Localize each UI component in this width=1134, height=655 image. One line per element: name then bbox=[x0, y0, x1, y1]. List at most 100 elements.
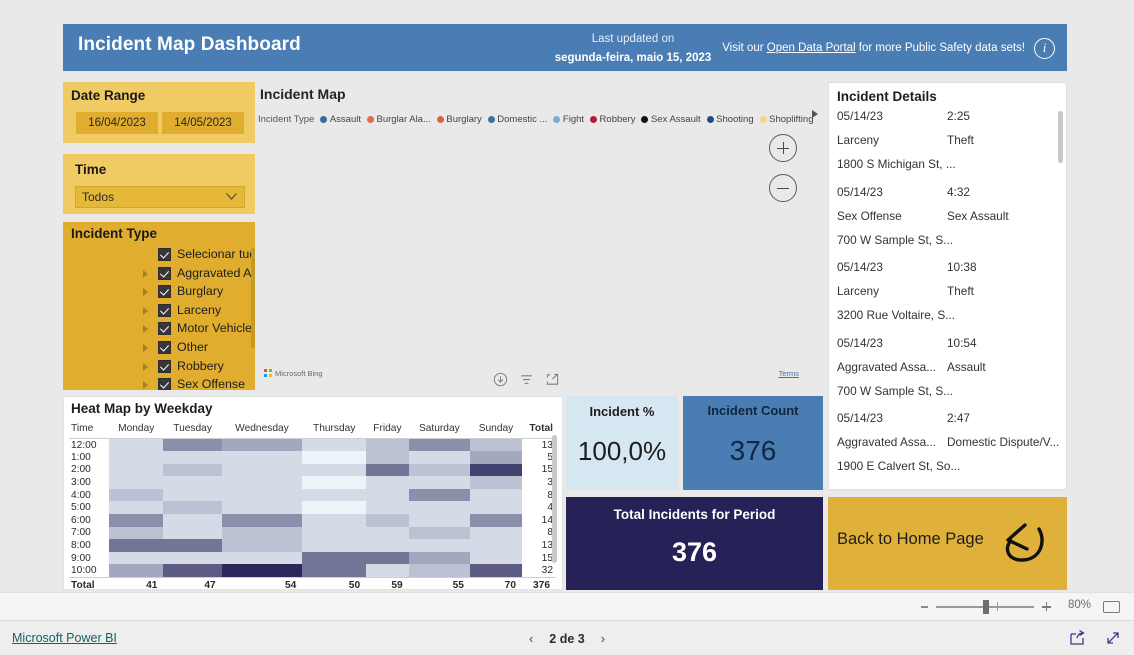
fit-to-page-icon[interactable] bbox=[1103, 601, 1120, 613]
drill-down-icon[interactable] bbox=[493, 372, 508, 387]
heat-map-cell[interactable] bbox=[366, 463, 409, 477]
heat-map-cell[interactable] bbox=[302, 564, 367, 578]
heat-map-row[interactable]: 1:00 5 bbox=[69, 451, 556, 464]
expand-arrow-icon[interactable] bbox=[143, 362, 148, 371]
heat-map-cell[interactable] bbox=[163, 564, 222, 578]
heat-map-cell[interactable] bbox=[469, 539, 522, 552]
zoom-out-button[interactable] bbox=[921, 606, 928, 608]
map-legend-item[interactable]: Shots Fired bbox=[819, 114, 820, 124]
heat-map-cell[interactable] bbox=[302, 526, 367, 540]
heat-map-cell[interactable] bbox=[109, 451, 164, 464]
heat-map-cell[interactable] bbox=[163, 451, 222, 464]
heat-map-cell[interactable] bbox=[109, 526, 164, 540]
heat-map-visual[interactable]: Heat Map by Weekday Time Monday Tuesday Wed… bbox=[63, 396, 563, 594]
incident-type-checkbox[interactable] bbox=[158, 359, 171, 373]
expand-arrow-icon[interactable] bbox=[143, 381, 148, 390]
map-legend-item[interactable]: Burglar Ala... bbox=[367, 114, 431, 124]
heat-map-cell[interactable] bbox=[408, 514, 470, 527]
heat-map-cell[interactable] bbox=[366, 451, 409, 464]
heat-map-cell[interactable] bbox=[408, 438, 470, 452]
heat-map-row[interactable]: 7:00 8 bbox=[69, 526, 556, 540]
heat-map-time-header[interactable]: Time bbox=[69, 421, 109, 439]
heat-map-cell[interactable] bbox=[302, 451, 367, 464]
legend-next-arrow-icon[interactable] bbox=[812, 110, 818, 118]
heat-map-cell[interactable] bbox=[366, 476, 409, 489]
date-range-slicer[interactable]: Date Range 16/04/2023 14/05/2023 bbox=[63, 82, 258, 143]
incident-type-checkbox[interactable] bbox=[158, 285, 171, 299]
heat-map-cell[interactable] bbox=[302, 438, 367, 452]
map-legend-item[interactable]: Assault bbox=[320, 114, 361, 124]
heat-map-cell[interactable] bbox=[109, 476, 164, 489]
heat-map-cell[interactable] bbox=[163, 438, 222, 452]
heat-map-cell[interactable] bbox=[109, 463, 164, 477]
incident-detail-item[interactable]: 05/14/23 10:38 Larceny Theft 3200 Rue Voltai… bbox=[829, 260, 1068, 336]
map-legend[interactable]: Incident Type Assault Burglar Ala... Burgla… bbox=[258, 109, 820, 124]
incident-type-item[interactable]: Larceny bbox=[63, 302, 258, 321]
heat-map-row[interactable]: 2:00 15 bbox=[69, 463, 556, 477]
incident-type-checkbox[interactable] bbox=[158, 303, 171, 317]
heat-map-cell[interactable] bbox=[366, 551, 409, 565]
incident-detail-item[interactable]: 05/14/23 10:54 Aggravated Assa... Assault 70… bbox=[829, 336, 1068, 412]
heat-map-cell[interactable] bbox=[302, 514, 367, 527]
heat-map-cell[interactable] bbox=[221, 463, 303, 477]
previous-page-button[interactable]: ‹ bbox=[529, 631, 533, 646]
heat-map-row[interactable]: 9:00 15 bbox=[69, 551, 556, 565]
date-range-from-input[interactable]: 16/04/2023 bbox=[76, 112, 158, 134]
incident-map-visual[interactable]: Incident Map Incident Type Assault Burglar… bbox=[255, 82, 823, 390]
heat-map-cell[interactable] bbox=[163, 476, 222, 489]
heat-map-row[interactable]: 5:00 4 bbox=[69, 501, 556, 515]
expand-arrow-icon[interactable] bbox=[143, 325, 148, 334]
heat-map-cell[interactable] bbox=[221, 539, 303, 552]
heat-map-cell[interactable] bbox=[109, 564, 164, 578]
heat-map-row[interactable]: 12:00 13 bbox=[69, 438, 556, 452]
time-slicer[interactable]: Time Todos bbox=[63, 154, 258, 214]
heat-map-cell[interactable] bbox=[408, 539, 470, 552]
heat-map-cell[interactable] bbox=[408, 476, 470, 489]
heat-map-cell[interactable] bbox=[302, 501, 367, 515]
heat-map-cell[interactable] bbox=[302, 476, 367, 489]
incident-percent-card[interactable]: Incident % 100,0% bbox=[566, 396, 678, 490]
heat-map-cell[interactable] bbox=[109, 514, 164, 527]
incident-type-checkbox[interactable] bbox=[158, 378, 171, 390]
map-legend-item[interactable]: Shoplifting bbox=[759, 114, 814, 124]
incident-type-checkbox[interactable] bbox=[158, 266, 171, 280]
heat-map-cell[interactable] bbox=[469, 451, 522, 464]
incident-detail-item[interactable]: 05/14/23 2:47 Aggravated Assa... Domestic D… bbox=[829, 411, 1068, 487]
heat-map-cell[interactable] bbox=[163, 501, 222, 515]
heat-map-cell[interactable] bbox=[221, 526, 303, 540]
heat-map-day-header[interactable]: Saturday bbox=[408, 421, 470, 439]
map-legend-item[interactable]: Fight bbox=[553, 114, 584, 124]
heat-map-day-header[interactable]: Wednesday bbox=[221, 421, 303, 439]
heat-map-row[interactable]: 4:00 8 bbox=[69, 488, 556, 502]
heat-map-cell[interactable] bbox=[163, 463, 222, 477]
heat-map-cell[interactable] bbox=[221, 551, 303, 565]
expand-arrow-icon[interactable] bbox=[143, 269, 148, 278]
heat-map-row[interactable]: 8:00 13 bbox=[69, 539, 556, 552]
incident-type-item[interactable]: Burglary bbox=[63, 283, 258, 302]
back-to-home-button[interactable]: Back to Home Page bbox=[828, 497, 1067, 590]
heat-map-cell[interactable] bbox=[221, 438, 303, 452]
heat-map-cell[interactable] bbox=[469, 488, 522, 502]
heat-map-cell[interactable] bbox=[221, 476, 303, 489]
heat-map-cell[interactable] bbox=[366, 438, 409, 452]
open-data-portal-link[interactable]: Open Data Portal bbox=[767, 42, 856, 54]
heat-map-cell[interactable] bbox=[163, 514, 222, 527]
heat-map-cell[interactable] bbox=[221, 488, 303, 502]
heat-map-cell[interactable] bbox=[469, 501, 522, 515]
heat-map-cell[interactable] bbox=[163, 551, 222, 565]
map-terms-link[interactable]: Terms bbox=[779, 369, 799, 378]
heat-map-cell[interactable] bbox=[163, 539, 222, 552]
focus-mode-icon[interactable] bbox=[545, 372, 560, 387]
expand-arrow-icon[interactable] bbox=[143, 343, 148, 352]
info-icon[interactable]: i bbox=[1034, 38, 1055, 59]
incident-type-item[interactable]: Other bbox=[63, 339, 258, 358]
heat-map-cell[interactable] bbox=[109, 438, 164, 452]
heat-map-row[interactable]: 10:00 32 bbox=[69, 564, 556, 578]
heat-map-cell[interactable] bbox=[408, 451, 470, 464]
fullscreen-icon[interactable] bbox=[1104, 629, 1122, 647]
map-zoom-in-button[interactable] bbox=[769, 134, 797, 162]
map-legend-item[interactable]: Domestic ... bbox=[487, 114, 547, 124]
incident-count-card[interactable]: Incident Count 376 bbox=[683, 396, 823, 490]
incident-details-scrollbar[interactable] bbox=[1058, 111, 1063, 163]
heat-map-cell[interactable] bbox=[408, 551, 470, 565]
